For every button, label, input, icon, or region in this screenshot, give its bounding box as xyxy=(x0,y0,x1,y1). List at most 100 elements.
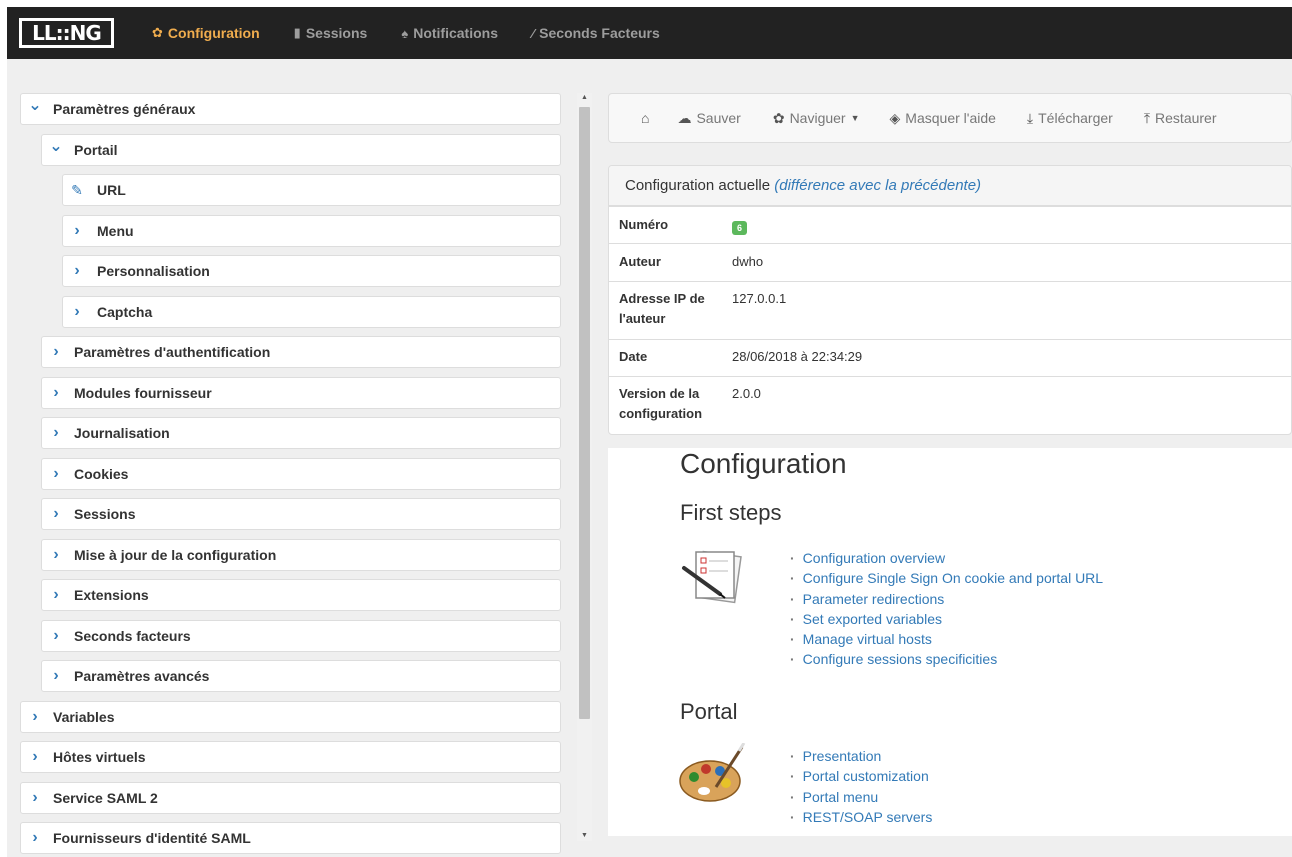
tree-node[interactable]: › Cookies xyxy=(41,458,561,490)
home-button[interactable]: ⌂ xyxy=(641,110,649,126)
tree-node[interactable]: › Menu xyxy=(62,215,561,247)
copy-icon: ▮ xyxy=(293,25,301,40)
chevron-right-icon[interactable]: › xyxy=(21,708,49,726)
tree-node[interactable]: › Fournisseurs d'identité SAML xyxy=(20,822,561,854)
tree-node[interactable]: › Journalisation xyxy=(41,417,561,449)
cloud-upload-icon: ☁ xyxy=(677,109,692,126)
chevron-down-icon[interactable]: ⌄ xyxy=(42,136,70,156)
tree-node[interactable]: › Paramètres d'authentification xyxy=(41,336,561,368)
chevron-right-icon[interactable]: › xyxy=(42,586,70,604)
row-value: 28/06/2018 à 22:34:29 xyxy=(732,349,863,364)
first-steps-heading: First steps xyxy=(680,500,782,525)
tree-node-label: Service SAML 2 xyxy=(53,790,158,806)
tree-node[interactable]: ⌄ Paramètres généraux xyxy=(20,93,561,125)
pencil-icon[interactable]: ✎ xyxy=(63,182,91,199)
help-link[interactable]: Configure Single Sign On cookie and port… xyxy=(790,568,1103,588)
tree-node[interactable]: › Variables xyxy=(20,701,561,733)
chevron-right-icon[interactable]: › xyxy=(63,303,91,321)
restore-label: Restaurer xyxy=(1155,110,1217,126)
nav-sessions[interactable]: ▮ Sessions xyxy=(294,25,368,41)
portal-heading: Portal xyxy=(680,699,738,724)
help-link[interactable]: Set exported variables xyxy=(790,609,1103,629)
help-link[interactable]: Manage virtual hosts xyxy=(790,629,1103,649)
chevron-right-icon[interactable]: › xyxy=(63,222,91,240)
chevron-right-icon[interactable]: › xyxy=(42,424,70,442)
row-key: Numéro xyxy=(619,217,669,232)
notepad-pencil-icon xyxy=(682,550,742,604)
hide-help-button[interactable]: ◈ Masquer l'aide xyxy=(890,110,996,127)
diff-link[interactable]: (différence avec la précédente) xyxy=(774,177,981,194)
help-link[interactable]: Configuration overview xyxy=(790,548,1103,568)
tree-node[interactable]: › Captcha xyxy=(62,296,561,328)
tree-node[interactable]: › Mise à jour de la configuration xyxy=(41,539,561,571)
tree-node[interactable]: › Hôtes virtuels xyxy=(20,741,561,773)
nav-configuration-label: Configuration xyxy=(167,25,260,41)
tree-node[interactable]: ⌄ Portail xyxy=(41,134,561,166)
row-value: dwho xyxy=(732,254,764,269)
row-key: Date xyxy=(619,349,648,364)
top-navbar: LL::NG ✿ Configuration ▮ Sessions ♠ Noti… xyxy=(7,7,1292,59)
download-button[interactable]: ⤓ Télécharger xyxy=(1027,110,1113,127)
nav-notifications[interactable]: ♠ Notifications xyxy=(401,25,498,41)
chevron-right-icon[interactable]: › xyxy=(21,829,49,847)
help-link[interactable]: Configure sessions specificities xyxy=(790,649,1103,669)
help-link[interactable]: REST/SOAP servers xyxy=(790,807,933,827)
chevron-right-icon[interactable]: › xyxy=(42,546,70,564)
upload-icon: ⤒ xyxy=(1143,109,1151,126)
row-value: 127.0.0.1 xyxy=(732,291,787,306)
chevron-right-icon[interactable]: › xyxy=(21,748,49,766)
chevron-right-icon[interactable]: › xyxy=(42,667,70,685)
panel-title: Configuration actuelle xyxy=(625,177,771,194)
help-link[interactable]: Parameter redirections xyxy=(790,589,1103,609)
config-row-version: Version de la configuration 2.0.0 xyxy=(609,376,1291,434)
chevron-down-icon[interactable]: ⌄ xyxy=(21,95,49,115)
scrollbar-thumb[interactable] xyxy=(579,107,590,719)
tree-node-label: URL xyxy=(97,182,126,198)
tree-node-label: Seconds facteurs xyxy=(74,628,191,644)
help-link[interactable]: Presentation xyxy=(790,746,932,766)
tree-node-label: Paramètres d'authentification xyxy=(74,344,271,360)
chevron-right-icon[interactable]: › xyxy=(63,262,91,280)
tree-node[interactable]: › Service SAML 2 xyxy=(20,782,561,814)
nav-seconds-facteurs[interactable]: ⁄ Seconds Facteurs xyxy=(532,25,660,41)
save-button[interactable]: ☁ Sauver xyxy=(677,110,740,127)
tree-node[interactable]: › Extensions xyxy=(41,579,561,611)
tree-node-label: Modules fournisseur xyxy=(74,385,212,401)
chevron-right-icon[interactable]: › xyxy=(42,627,70,645)
help-link[interactable]: Portal customization xyxy=(790,766,932,786)
config-row-author: Auteur dwho xyxy=(609,243,1291,281)
download-icon: ⤓ xyxy=(1026,109,1034,126)
tree-scrollbar[interactable]: ▲ ▼ xyxy=(577,93,592,841)
window-left-border xyxy=(0,0,7,857)
tree-node[interactable]: › Paramètres avancés xyxy=(41,660,561,692)
tree-node[interactable]: › Seconds facteurs xyxy=(41,620,561,652)
browse-dropdown[interactable]: ✿ Naviguer ▼ xyxy=(773,110,860,127)
paint-palette-icon xyxy=(679,743,746,802)
nav-seconds-facteurs-label: Seconds Facteurs xyxy=(539,25,660,41)
chevron-right-icon[interactable]: › xyxy=(42,343,70,361)
restore-button[interactable]: ⤒ Restaurer xyxy=(1144,110,1217,127)
help-panel: Configuration First steps Configuration … xyxy=(608,448,1292,836)
save-label: Sauver xyxy=(696,110,741,126)
chevron-right-icon[interactable]: › xyxy=(42,465,70,483)
portal-links: Presentation Portal customization Portal… xyxy=(790,746,933,827)
row-key: Auteur xyxy=(619,254,661,269)
help-link[interactable]: Portal menu xyxy=(790,787,932,807)
caret-down-icon: ▼ xyxy=(850,113,860,123)
chevron-right-icon[interactable]: › xyxy=(21,789,49,807)
tree-node[interactable]: › Personnalisation xyxy=(62,255,561,287)
chevron-right-icon[interactable]: › xyxy=(42,384,70,402)
llng-logo[interactable]: LL::NG xyxy=(19,18,114,48)
gear-icon: ✿ xyxy=(772,109,785,126)
tree-node[interactable]: › Modules fournisseur xyxy=(41,377,561,409)
tree-node[interactable]: › Sessions xyxy=(41,498,561,530)
nav-sessions-label: Sessions xyxy=(305,25,368,41)
nav-configuration[interactable]: ✿ Configuration xyxy=(152,25,260,41)
current-config-panel: Configuration actuelle (différence avec … xyxy=(608,165,1292,435)
scroll-down-arrow-icon[interactable]: ▼ xyxy=(577,832,592,839)
scroll-up-arrow-icon[interactable]: ▲ xyxy=(577,94,592,101)
tree-node-label: Sessions xyxy=(74,506,136,522)
tree-node[interactable]: ✎ URL xyxy=(62,174,561,206)
chevron-right-icon[interactable]: › xyxy=(42,505,70,523)
tree-node-label: Paramètres avancés xyxy=(74,668,210,684)
